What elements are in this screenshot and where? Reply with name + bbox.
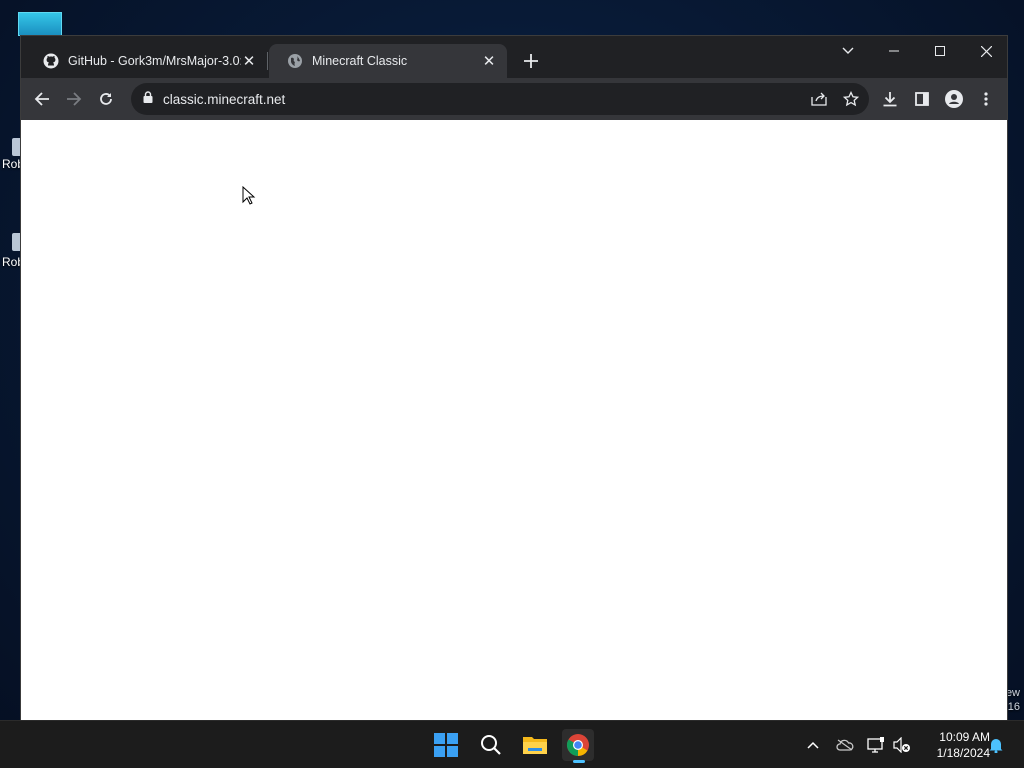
new-tab-button[interactable] — [519, 49, 543, 73]
tab-minecraft-classic[interactable]: Minecraft Classic ✕ — [269, 44, 507, 78]
onedrive-icon[interactable] — [835, 735, 855, 755]
clock-date: 1/18/2024 — [936, 746, 990, 760]
search-icon[interactable] — [475, 729, 507, 761]
clock-time: 10:09 AM — [939, 730, 990, 744]
share-icon[interactable] — [807, 87, 831, 111]
bookmark-star-icon[interactable] — [839, 87, 863, 111]
tab-title: Minecraft Classic — [312, 54, 408, 68]
volume-muted-icon[interactable] — [892, 735, 912, 755]
notification-bell-icon[interactable] — [986, 735, 1006, 755]
reload-icon — [100, 93, 112, 105]
desktop-icon-top[interactable] — [18, 12, 62, 36]
close-tab-icon[interactable]: ✕ — [241, 53, 257, 70]
desktop-edge-text: 16 — [1007, 701, 1020, 713]
desktop-edge-text: ew — [1005, 687, 1020, 699]
chrome-icon[interactable] — [562, 729, 594, 763]
github-icon — [43, 53, 59, 69]
tab-title: GitHub - Gork3m/MrsMajor-3.0: — [68, 54, 241, 68]
lock-icon[interactable] — [143, 90, 153, 108]
close-window-button[interactable] — [963, 36, 1009, 66]
maximize-button[interactable] — [917, 36, 963, 66]
forward-button[interactable] — [62, 87, 86, 111]
tab-github[interactable]: GitHub - Gork3m/MrsMajor-3.0: ✕ — [25, 44, 267, 78]
reload-button[interactable] — [94, 87, 118, 111]
tab-search-button[interactable] — [825, 36, 871, 66]
page-content-blank[interactable] — [21, 120, 1007, 720]
globe-icon — [287, 53, 303, 69]
mouse-cursor-icon — [242, 185, 256, 211]
taskbar-clock[interactable]: 10:09 AM 1/18/2024 — [918, 729, 990, 761]
forward-arrow-icon — [67, 92, 82, 106]
start-icon[interactable] — [430, 729, 462, 761]
file-explorer-icon[interactable] — [519, 729, 551, 761]
minimize-button[interactable] — [871, 36, 917, 66]
tab-separator — [267, 52, 268, 70]
download-icon[interactable] — [878, 87, 902, 111]
taskbar: 10:09 AM 1/18/2024 — [0, 720, 1024, 768]
side-panel-icon[interactable] — [910, 87, 934, 111]
back-arrow-icon — [34, 92, 49, 106]
browser-window: GitHub - Gork3m/MrsMajor-3.0: ✕ Minecraf… — [20, 35, 1008, 720]
profile-avatar-icon[interactable] — [942, 87, 966, 111]
address-bar[interactable]: classic.minecraft.net — [131, 83, 869, 115]
chevron-up-icon[interactable] — [803, 735, 823, 755]
close-tab-icon[interactable]: ✕ — [481, 53, 497, 70]
active-app-indicator — [573, 760, 585, 763]
menu-kebab-icon[interactable] — [974, 87, 998, 111]
network-icon[interactable] — [866, 735, 886, 755]
browser-toolbar: classic.minecraft.net — [21, 78, 1007, 120]
tab-strip: GitHub - Gork3m/MrsMajor-3.0: ✕ Minecraf… — [21, 36, 1007, 78]
url-text[interactable]: classic.minecraft.net — [163, 92, 285, 107]
back-button[interactable] — [30, 87, 54, 111]
